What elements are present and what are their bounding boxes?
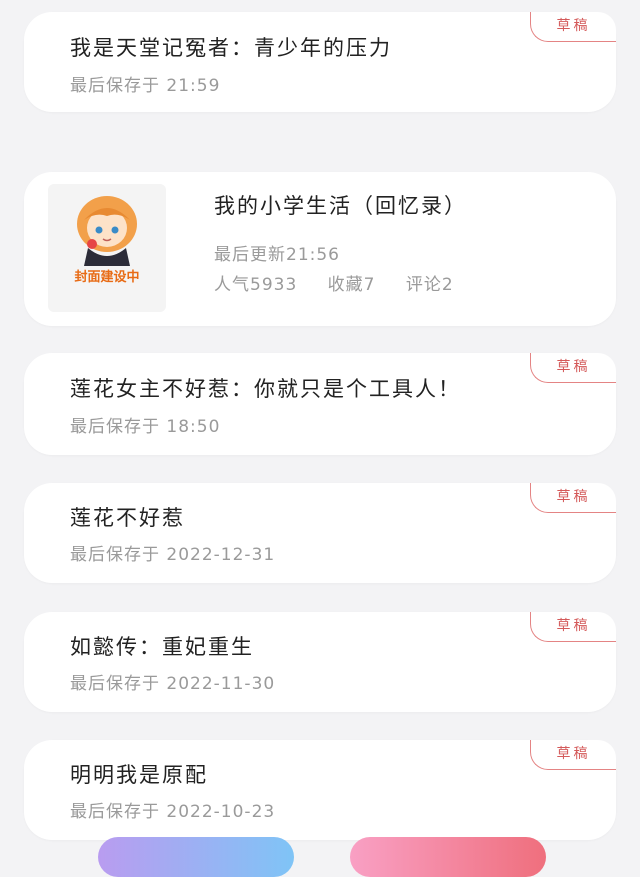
- draft-title: 如懿传：重妃重生: [70, 635, 254, 659]
- left-action-button[interactable]: [98, 837, 294, 877]
- draft-saved-time: 最后保存于 21:59: [70, 76, 221, 96]
- draft-card[interactable]: 草稿 如懿传：重妃重生 最后保存于 2022-11-30: [24, 612, 616, 712]
- draft-badge: 草稿: [530, 740, 616, 770]
- right-action-button[interactable]: [350, 837, 546, 877]
- draft-badge: 草稿: [530, 353, 616, 383]
- draft-saved-time: 最后保存于 18:50: [70, 417, 221, 437]
- draft-card[interactable]: 草稿 莲花不好惹 最后保存于 2022-12-31: [24, 483, 616, 583]
- draft-title: 明明我是原配: [70, 763, 208, 787]
- comments-count: 评论2: [405, 275, 454, 295]
- draft-title: 我是天堂记冤者：青少年的压力: [70, 36, 392, 60]
- draft-saved-time: 最后保存于 2022-12-31: [70, 545, 276, 565]
- anime-girl-illustration: [77, 196, 137, 266]
- popularity-count: 人气5933: [214, 275, 298, 295]
- draft-card[interactable]: 草稿 莲花女主不好惹：你就只是个工具人！ 最后保存于 18:50: [24, 353, 616, 455]
- draft-badge: 草稿: [530, 483, 616, 513]
- published-card[interactable]: 封面建设中 我的小学生活（回忆录） 最后更新21:56 人气5933 收藏7 评…: [24, 172, 616, 326]
- draft-saved-time: 最后保存于 2022-10-23: [70, 802, 276, 822]
- draft-card[interactable]: 草稿 明明我是原配 最后保存于 2022-10-23: [24, 740, 616, 840]
- book-title: 我的小学生活（回忆录）: [214, 194, 467, 218]
- book-stats: 人气5933 收藏7 评论2: [214, 270, 478, 295]
- draft-badge: 草稿: [530, 12, 616, 42]
- favorites-count: 收藏7: [327, 275, 376, 295]
- draft-title: 莲花不好惹: [70, 506, 185, 530]
- draft-saved-time: 最后保存于 2022-11-30: [70, 674, 276, 694]
- cover-label: 封面建设中: [74, 270, 140, 285]
- cover-image[interactable]: 封面建设中: [48, 184, 166, 312]
- draft-card[interactable]: 草稿 我是天堂记冤者：青少年的压力 最后保存于 21:59: [24, 12, 616, 112]
- draft-badge: 草稿: [530, 612, 616, 642]
- last-updated: 最后更新21:56: [214, 245, 340, 265]
- draft-title: 莲花女主不好惹：你就只是个工具人！: [70, 377, 461, 401]
